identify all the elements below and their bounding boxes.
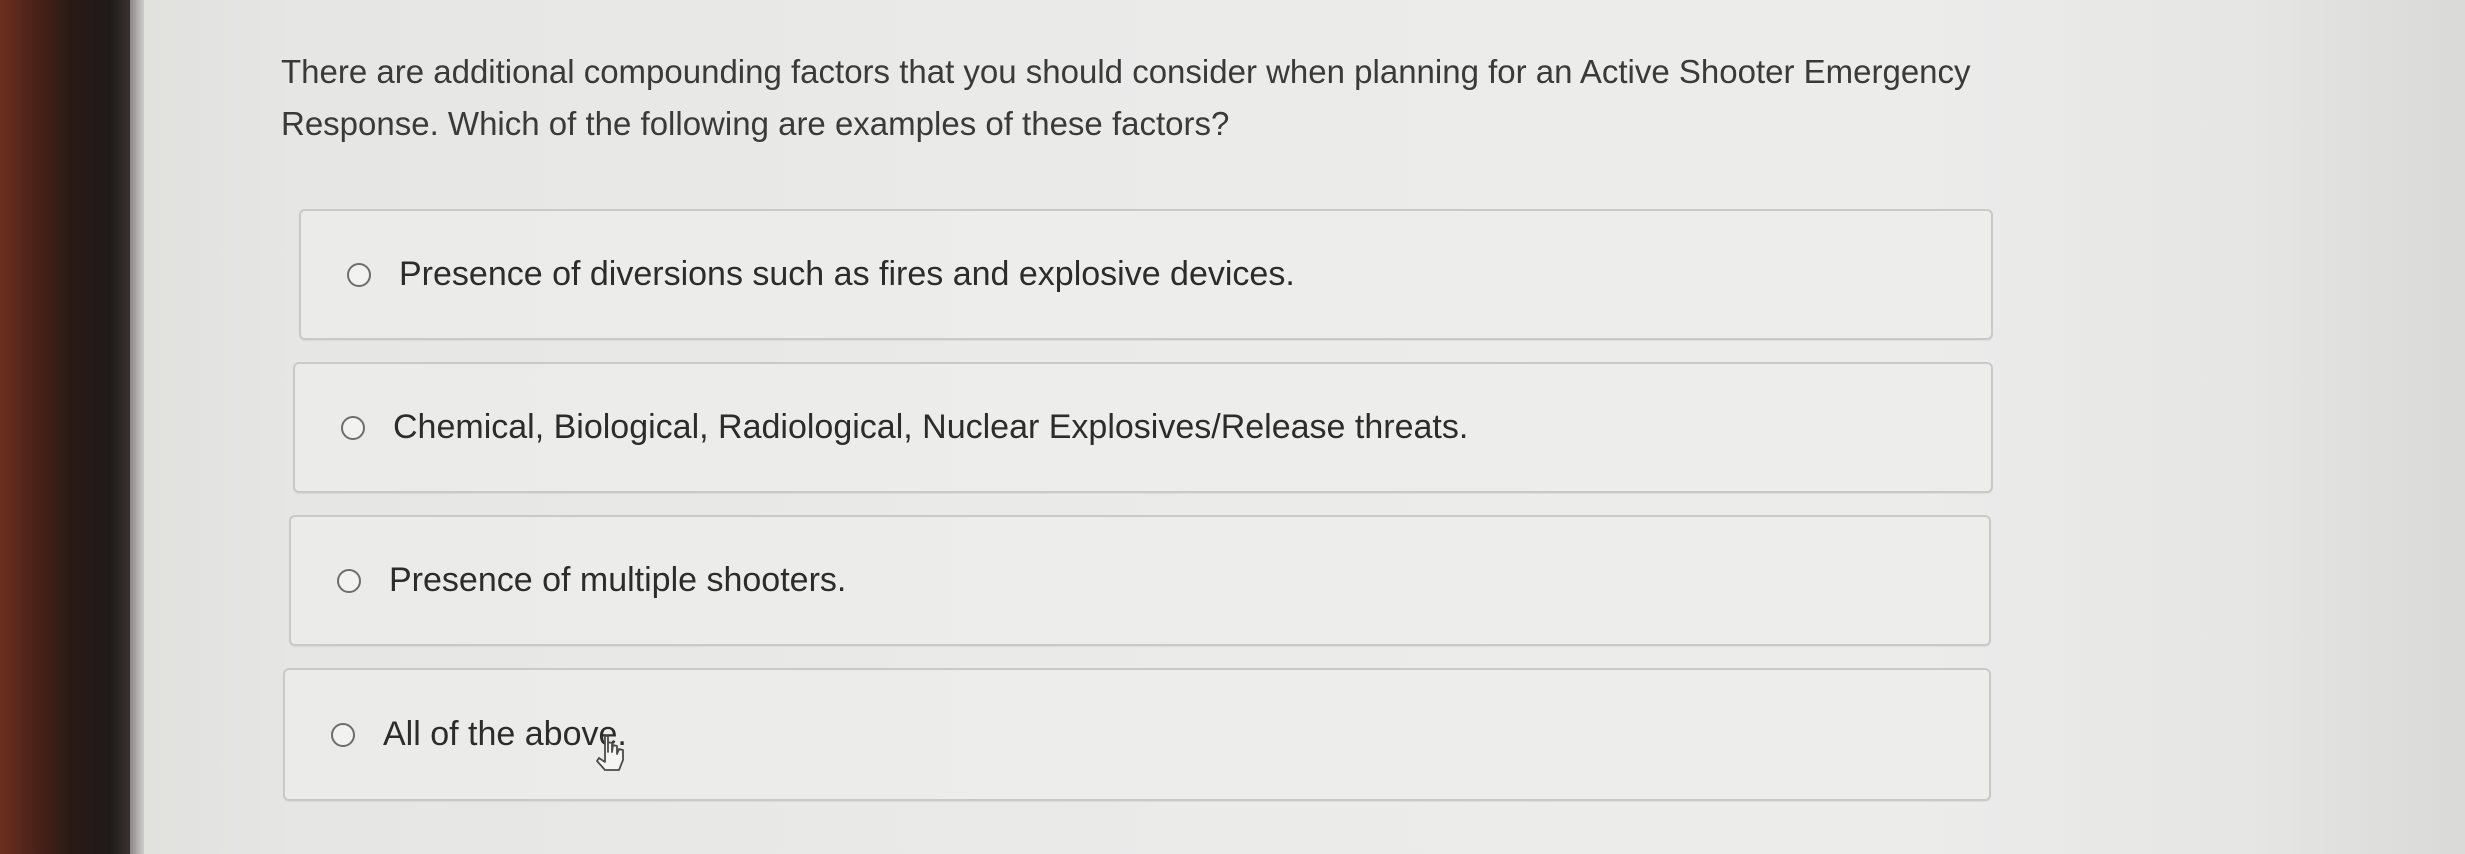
- answer-option-2[interactable]: Chemical, Biological, Radiological, Nucl…: [293, 362, 1993, 493]
- question-text: There are additional compounding factors…: [281, 53, 1971, 142]
- radio-button-icon[interactable]: [347, 262, 371, 287]
- answer-option-4[interactable]: All of the above.: [283, 668, 1991, 801]
- answer-option-label: Presence of multiple shooters.: [389, 561, 847, 599]
- monitor-bezel: [0, 0, 130, 854]
- radio-button-icon[interactable]: [341, 415, 365, 440]
- radio-button-icon[interactable]: [331, 722, 355, 747]
- answer-option-label: All of the above.: [383, 715, 627, 753]
- screen-glare: [2045, 0, 2465, 854]
- answer-option-1[interactable]: Presence of diversions such as fires and…: [299, 209, 1993, 340]
- radio-button-icon[interactable]: [337, 568, 361, 593]
- mouse-pointer-icon: [596, 735, 624, 771]
- answer-option-3[interactable]: Presence of multiple shooters.: [289, 515, 1991, 646]
- answer-option-label: Chemical, Biological, Radiological, Nucl…: [393, 408, 1469, 446]
- answer-option-label: Presence of diversions such as fires and…: [399, 255, 1295, 293]
- monitor-bezel-edge: [130, 0, 144, 854]
